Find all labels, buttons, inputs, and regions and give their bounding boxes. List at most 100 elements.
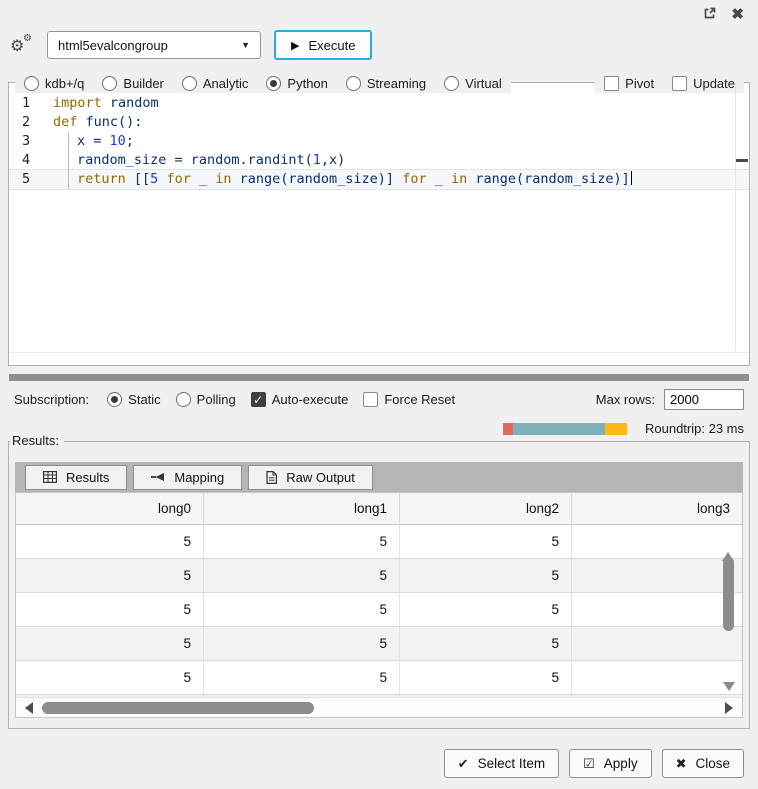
- table-cell: 5: [204, 559, 400, 592]
- code-token: for: [166, 171, 190, 187]
- table-cell: [572, 661, 742, 694]
- line-number: 5: [9, 170, 53, 189]
- document-icon: [266, 471, 277, 484]
- force-reset-checkbox[interactable]: Force Reset: [360, 392, 458, 407]
- code-line-text: import random: [53, 94, 749, 113]
- horizontal-scroll-thumb[interactable]: [42, 702, 314, 714]
- table-row[interactable]: 555: [16, 593, 742, 627]
- code-token: random_size = random.randint(: [77, 152, 313, 168]
- table-cell: 5: [400, 559, 572, 592]
- tab-label: Mapping: [174, 470, 224, 485]
- titlebar: ✖: [0, 0, 758, 26]
- indent-guide: [53, 132, 77, 151]
- subscription-label: Subscription:: [14, 392, 89, 407]
- code-token: ,x): [321, 152, 345, 168]
- query-type-row: kdb+/q BuilderAnalyticPythonStreamingVirt…: [9, 73, 749, 93]
- column-header-long3[interactable]: long3: [572, 493, 742, 524]
- column-header-long2[interactable]: long2: [400, 493, 572, 524]
- radio-icon: [107, 392, 122, 407]
- table-cell: 5: [204, 661, 400, 694]
- button-label: Apply: [604, 756, 638, 771]
- table-row[interactable]: 555: [16, 559, 742, 593]
- table-cell: 5: [400, 525, 572, 558]
- code-line-text: random_size = random.randint(1,x): [53, 151, 749, 170]
- pane-splitter[interactable]: [9, 374, 749, 381]
- pivot-checkbox[interactable]: Pivot: [595, 73, 663, 93]
- popout-icon[interactable]: [703, 7, 716, 23]
- update-checkbox[interactable]: Update: [663, 73, 744, 93]
- table-row[interactable]: 555: [16, 525, 742, 559]
- max-rows-input[interactable]: [664, 389, 744, 410]
- connection-group-value: html5evalcongroup: [58, 38, 168, 53]
- query-type-radio-python[interactable]: Python: [257, 73, 336, 93]
- chevron-down-icon: ▼: [241, 40, 250, 50]
- tab-results[interactable]: Results: [25, 465, 127, 490]
- tab-mapping[interactable]: Mapping: [133, 465, 242, 490]
- editor-hscroll-strip[interactable]: [9, 352, 749, 365]
- code-token: random: [102, 95, 159, 111]
- results-groupbox: Results: ResultsMappingRaw Output long0l…: [8, 441, 750, 729]
- radio-icon: [346, 76, 361, 91]
- radio-icon: [444, 76, 459, 91]
- results-tabstrip: Results Mapping Raw Output: [15, 462, 743, 492]
- scroll-right-icon[interactable]: [725, 702, 733, 714]
- button-label: Close: [695, 756, 730, 771]
- code-editor[interactable]: 1import random2def func():3x = 10;4rando…: [9, 94, 749, 351]
- table-cell: [572, 559, 742, 592]
- code-line-text: return [[5 for _ in range(random_size)] …: [53, 170, 749, 189]
- table-header-row: long0long1long2long3: [16, 493, 742, 525]
- tab-raw-output[interactable]: Raw Output: [248, 465, 373, 490]
- radio-icon: [266, 76, 281, 91]
- query-type-radio-builder[interactable]: Builder: [93, 73, 172, 93]
- query-type-radio-kdb-q[interactable]: kdb+/q: [15, 73, 93, 93]
- play-icon: ▶: [291, 39, 299, 52]
- table-row[interactable]: 555: [16, 661, 742, 695]
- query-type-radio-virtual[interactable]: Virtual: [435, 73, 511, 93]
- close-button[interactable]: ✖Close: [662, 749, 744, 778]
- subscription-row: Subscription: Static Polling Auto-execute…: [14, 388, 744, 410]
- apply-button[interactable]: ☑Apply: [569, 749, 651, 778]
- settings-gears-icon[interactable]: ⚙ ⚙: [10, 34, 34, 56]
- connection-group-select[interactable]: html5evalcongroup ▼: [47, 31, 261, 59]
- code-line: 3x = 10;: [9, 132, 749, 151]
- table-cell: 5: [16, 593, 204, 626]
- query-type-radio-analytic[interactable]: Analytic: [173, 73, 258, 93]
- table-cell: 5: [16, 525, 204, 558]
- force-reset-checkbox-icon: [363, 392, 378, 407]
- scroll-down-icon[interactable]: [723, 682, 735, 691]
- editor-scrollbar-track[interactable]: [735, 83, 736, 351]
- update-checkbox-icon: [672, 76, 687, 91]
- vertical-scrollbar[interactable]: [722, 537, 735, 691]
- table-cell: 5: [16, 661, 204, 694]
- select-item-button[interactable]: ✔Select Item: [444, 749, 559, 778]
- close-icon[interactable]: ✖: [731, 8, 744, 22]
- table-row[interactable]: 555: [16, 627, 742, 661]
- query-type-label: kdb+/q: [45, 76, 84, 91]
- line-number: 4: [9, 151, 53, 170]
- execute-button[interactable]: ▶ Execute: [274, 30, 372, 60]
- code-token: def: [53, 114, 77, 130]
- pivot-label: Pivot: [625, 76, 654, 91]
- radio-icon: [176, 392, 191, 407]
- scroll-left-icon[interactable]: [25, 702, 33, 714]
- query-type-radio-streaming[interactable]: Streaming: [337, 73, 435, 93]
- results-table: long0long1long2long3 555555555555555: [15, 492, 743, 718]
- column-header-long1[interactable]: long1: [204, 493, 400, 524]
- subscription-polling-radio[interactable]: Polling: [173, 392, 239, 407]
- vertical-scroll-thumb[interactable]: [723, 557, 734, 631]
- code-line-text: def func():: [53, 113, 749, 132]
- code-token: _: [191, 171, 215, 187]
- code-token: range(random_size)]: [232, 171, 403, 187]
- subscription-static-radio[interactable]: Static: [104, 392, 164, 407]
- column-header-long0[interactable]: long0: [16, 493, 204, 524]
- text-cursor: [631, 171, 632, 185]
- force-reset-label: Force Reset: [384, 392, 455, 407]
- table-cell: [572, 627, 742, 660]
- auto-execute-label: Auto-execute: [272, 392, 349, 407]
- table-cell: 5: [204, 525, 400, 558]
- horizontal-scrollbar[interactable]: [16, 697, 742, 717]
- auto-execute-checkbox[interactable]: Auto-execute: [248, 392, 352, 407]
- code-line: 1import random: [9, 94, 749, 113]
- execute-button-label: Execute: [308, 38, 355, 53]
- code-token: for: [402, 171, 426, 187]
